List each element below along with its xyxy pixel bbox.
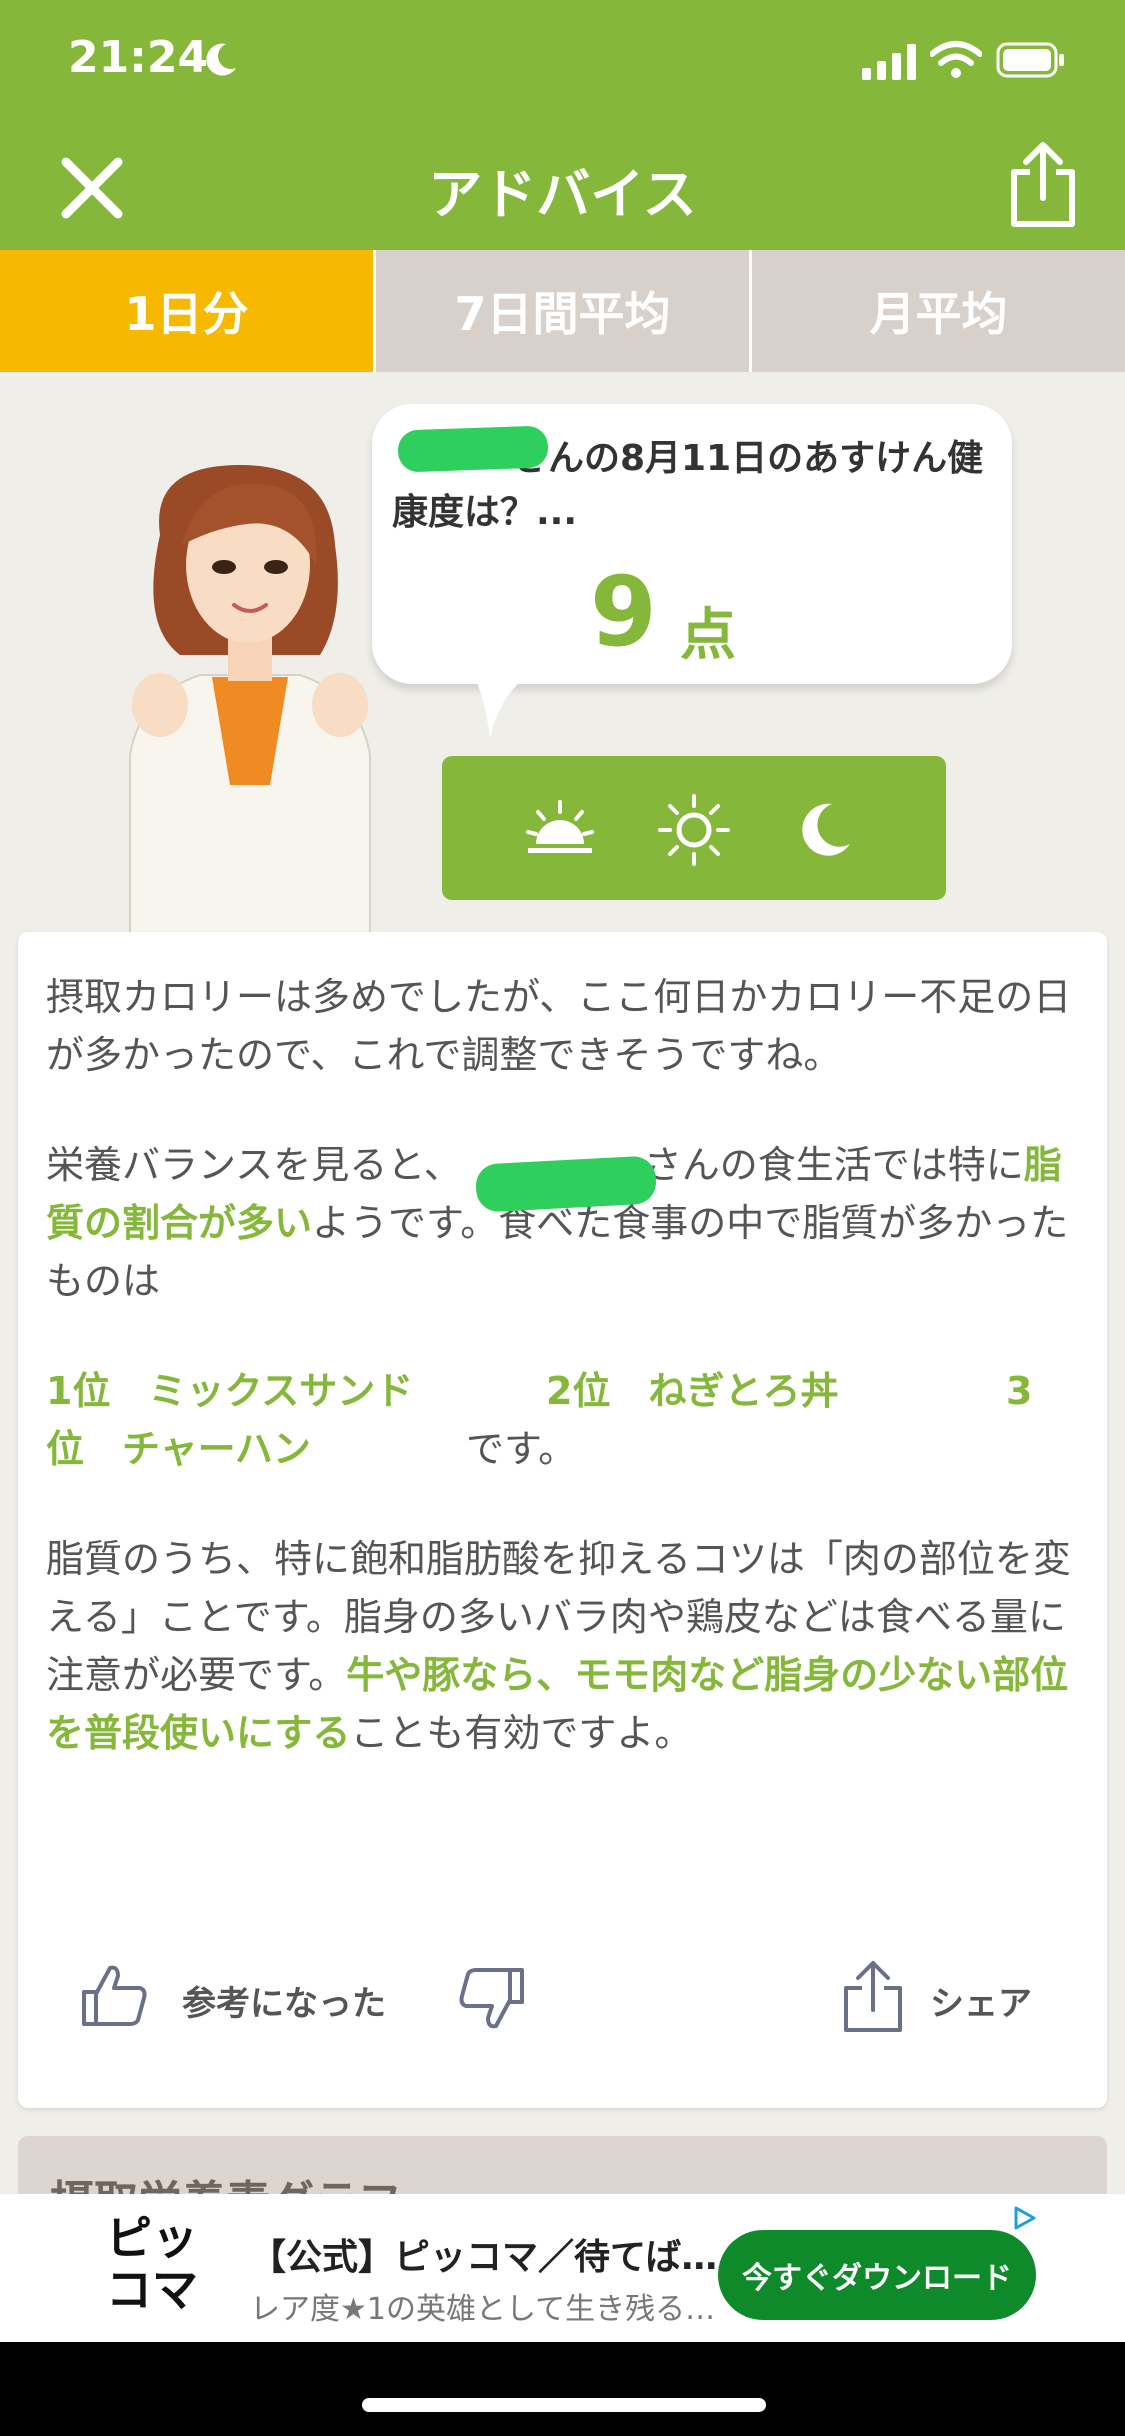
health-score: 9 <box>590 556 657 668</box>
share-icon[interactable] <box>840 1960 906 2034</box>
share-icon[interactable] <box>1006 140 1080 230</box>
signal-icon <box>862 44 916 80</box>
health-score-unit: 点 <box>680 603 736 668</box>
thumbs-up-icon[interactable] <box>80 1962 150 2028</box>
tab-1-day[interactable]: 1日分 <box>0 250 376 372</box>
rank-3-number: 3 <box>1006 1369 1033 1413</box>
rank-2: 2位 ねぎとろ丼 <box>546 1369 839 1413</box>
ad-title[interactable]: 【公式】ピッコマ／待てば… <box>250 2228 717 2280</box>
share-button[interactable]: シェア <box>930 1976 1032 2025</box>
tab-monthly-average[interactable]: 月平均 <box>752 250 1125 372</box>
page-title: アドバイス <box>428 163 697 226</box>
speech-bubble-tail <box>474 674 530 738</box>
advice-paragraph-4: 脂質のうち、特に飽和脂肪酸を抑えるコツは「肉の部位を変える」ことです。脂身の多い… <box>46 1537 1071 1755</box>
ad-subtitle[interactable]: レア度★1の英雄として生き残る… <box>250 2284 715 2328</box>
home-indicator-bar <box>0 2342 1125 2436</box>
fat-ranking: 1位 ミックスサンド 2位 ねぎとろ丼 3 位 チャーハン です。 <box>46 1362 1076 1478</box>
nutrient-graph-section: 摂取栄養素グラフ <box>18 2136 1107 2196</box>
home-indicator[interactable] <box>362 2398 766 2412</box>
redaction-mark <box>474 1155 658 1213</box>
rank-3-item: 位 チャーハン <box>46 1427 311 1471</box>
battery-icon <box>996 42 1064 78</box>
ad-download-button[interactable]: 今すぐダウンロード <box>718 2230 1036 2320</box>
meal-time-panel <box>442 756 946 900</box>
moon-icon <box>206 43 236 76</box>
redaction-mark <box>397 425 549 473</box>
period-tabs: 1日分 7日間平均 月平均 <box>0 250 1125 372</box>
sunrise-icon[interactable] <box>524 794 596 866</box>
tab-7-day-average[interactable]: 7日間平均 <box>376 250 752 372</box>
moon-icon[interactable] <box>788 794 860 866</box>
ranking-row-2: 位 チャーハン です。 <box>46 1420 1076 1478</box>
advice-text: 摂取カロリーは多めでしたが、ここ何日かカロリー不足の日が多かったので、これで調整… <box>46 968 1076 1814</box>
ad-choices-icon[interactable] <box>1010 2204 1038 2232</box>
section-title: 摂取栄養素グラフ <box>50 2166 402 2196</box>
wifi-icon <box>930 41 982 78</box>
helpful-button[interactable]: 参考になった <box>182 1976 386 2025</box>
advice-paragraph-1: 摂取カロリーは多めでしたが、ここ何日かカロリー不足の日が多かったので、これで調整… <box>46 975 1072 1077</box>
thumbs-down-icon[interactable] <box>456 1966 526 2032</box>
rank-1: 1位 ミックスサンド <box>46 1369 414 1413</box>
piccoma-logo: ピッ コマ <box>106 2211 198 2317</box>
status-time: 21:24 <box>68 32 209 83</box>
ranking-row-1: 1位 ミックスサンド 2位 ねぎとろ丼 3 <box>46 1362 1076 1420</box>
sun-icon[interactable] <box>658 794 730 866</box>
advisor-avatar <box>129 465 371 935</box>
